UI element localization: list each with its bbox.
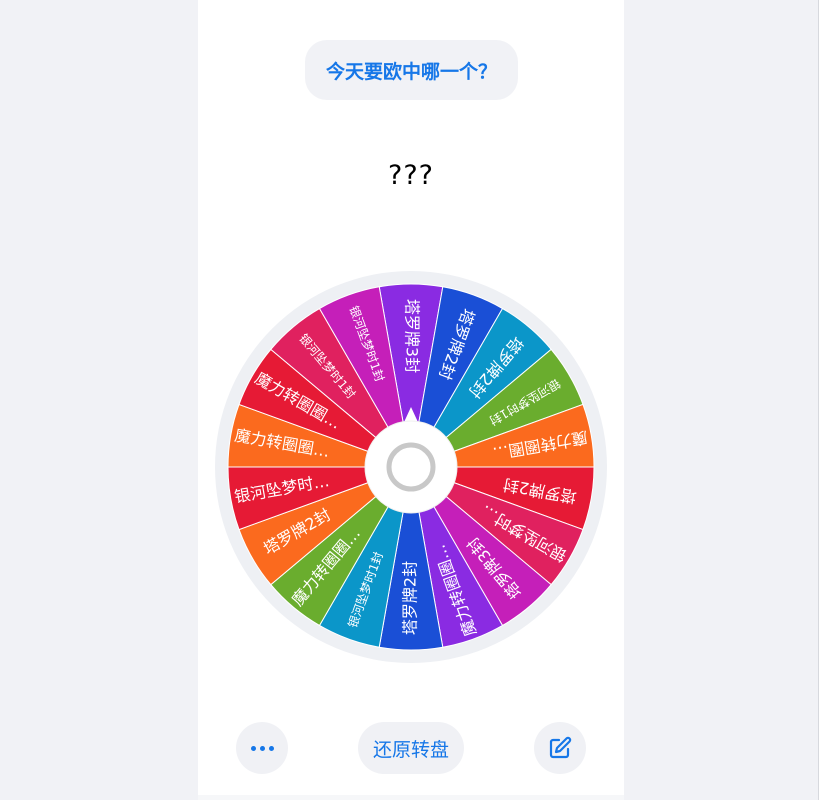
window-edge	[819, 0, 825, 800]
spin-result: ???	[388, 160, 434, 191]
wheel-segment-label: 塔罗牌2封	[401, 561, 420, 635]
more-dots-icon	[250, 745, 274, 751]
app-panel: 今天要欧中哪一个？ ??? 塔罗牌3封 塔罗牌2封 塔罗牌2封 银河坠梦时1封 魔力转圈…	[198, 0, 624, 795]
spin-wheel[interactable]: 塔罗牌3封 塔罗牌2封 塔罗牌2封 银河坠梦时1封 魔力转圈圈… 塔罗牌2封 银河坠梦时… 塔…	[214, 270, 608, 664]
question-title[interactable]: 今天要欧中哪一个？	[305, 40, 518, 100]
wheel-graphic[interactable]: 塔罗牌3封 塔罗牌2封塔罗牌2封银河坠梦时1封魔力转圈圈…塔罗牌2封银河坠梦时…塔…	[214, 270, 608, 664]
edit-icon	[549, 736, 572, 759]
reset-wheel-button[interactable]: 还原转盘	[358, 722, 464, 774]
panel-bottom-bar	[198, 795, 624, 800]
edit-button[interactable]	[534, 722, 586, 774]
wheel-segment-label: 塔罗牌3封	[403, 299, 422, 373]
more-button[interactable]	[236, 722, 288, 774]
